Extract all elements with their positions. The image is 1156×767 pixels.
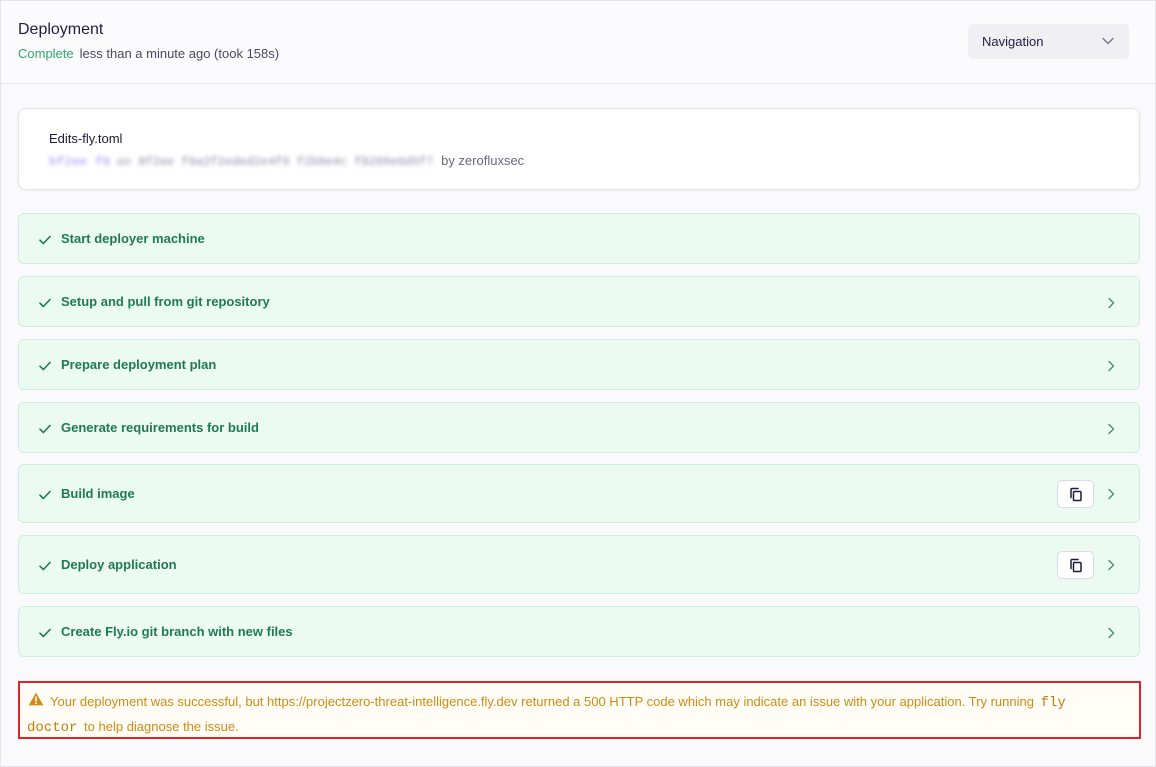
check-icon: [39, 561, 51, 571]
chevron-down-icon: [1102, 37, 1114, 45]
chevron-right-icon[interactable]: [1107, 423, 1115, 435]
step-label: Build image: [61, 486, 135, 501]
step-deploy-application[interactable]: Deploy application: [18, 535, 1140, 594]
step-label: Start deployer machine: [61, 231, 205, 246]
step-prepare-deployment-plan[interactable]: Prepare deployment plan: [18, 339, 1140, 390]
copy-icon: [1070, 487, 1082, 502]
step-start-deployer-machine[interactable]: Start deployer machine: [18, 213, 1140, 264]
check-icon: [39, 361, 51, 371]
commit-message: Edits-fly.toml: [49, 131, 123, 146]
chevron-right-icon[interactable]: [1107, 559, 1115, 571]
warning-text: Your deployment was successful, but http…: [50, 694, 1034, 709]
check-icon: [39, 490, 51, 500]
copy-logs-button[interactable]: [1057, 551, 1094, 579]
commit-card: Edits-fly.toml bf2ee f6 on 8f2ee f6a2f2ed…: [18, 108, 1140, 190]
check-icon: [39, 628, 51, 638]
commit-meta: bf2ee f6 on 8f2ee f6a2f2eded2e4f0 f2b0e4c…: [49, 153, 524, 169]
deployment-warning: Your deployment was successful, but http…: [18, 681, 1141, 739]
check-icon: [39, 235, 51, 245]
navigation-dropdown[interactable]: Navigation: [968, 24, 1129, 59]
deployment-status: Complete less than a minute ago (took 158…: [18, 46, 279, 61]
step-create-git-branch[interactable]: Create Fly.io git branch with new files: [18, 606, 1140, 657]
step-setup-pull-git[interactable]: Setup and pull from git repository: [18, 276, 1140, 327]
copy-logs-button[interactable]: [1057, 480, 1094, 508]
status-badge: Complete: [18, 46, 74, 61]
commit-hash-redacted: bf2ee f6: [49, 154, 111, 169]
warning-message: Your deployment was successful, but http…: [27, 690, 1127, 740]
deployment-panel: Deployment Complete less than a minute ag…: [0, 0, 1156, 767]
chevron-right-icon[interactable]: [1107, 360, 1115, 372]
page-title: Deployment: [18, 21, 104, 38]
warning-text-suffix: to help diagnose the issue.: [84, 719, 239, 734]
check-icon: [39, 298, 51, 308]
step-label: Generate requirements for build: [61, 420, 259, 435]
step-build-image[interactable]: Build image: [18, 464, 1140, 523]
status-detail: less than a minute ago (took 158s): [79, 46, 280, 61]
copy-icon: [1070, 558, 1082, 573]
chevron-right-icon[interactable]: [1107, 627, 1115, 639]
commit-author: by zerofluxsec: [441, 153, 525, 168]
step-label: Setup and pull from git repository: [61, 294, 270, 309]
navigation-dropdown-label: Navigation: [982, 34, 1044, 49]
deployment-header: Deployment Complete less than a minute ag…: [1, 1, 1155, 84]
commit-ref-redacted: on 8f2ee f6a2f2eded2e4f0 f2b0e4c f8209e0…: [116, 154, 434, 169]
check-icon: [39, 424, 51, 434]
step-label: Deploy application: [61, 557, 177, 572]
step-generate-requirements[interactable]: Generate requirements for build: [18, 402, 1140, 453]
chevron-right-icon[interactable]: [1107, 297, 1115, 309]
chevron-right-icon[interactable]: [1107, 488, 1115, 500]
step-label: Prepare deployment plan: [61, 357, 217, 372]
step-label: Create Fly.io git branch with new files: [61, 624, 293, 639]
